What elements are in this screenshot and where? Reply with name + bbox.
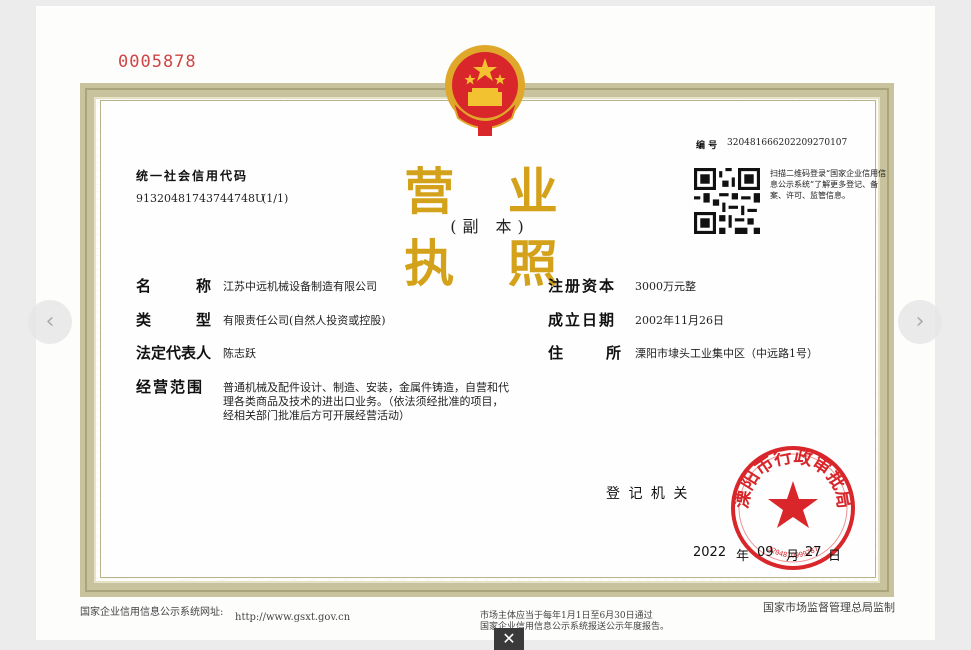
established-label: 成立日期 <box>548 311 617 329</box>
website-link[interactable]: http://www.gsxt.gov.cn <box>235 612 350 623</box>
national-emblem-icon <box>445 45 525 136</box>
address-value: 溧阳市埭头工业集中区（中远路1号） <box>635 347 818 360</box>
capital-value: 3000万元整 <box>635 280 696 293</box>
chevron-right-icon: › <box>915 309 925 334</box>
copy-index: (1/1) <box>262 192 289 205</box>
qr-code-icon[interactable] <box>694 168 760 234</box>
close-icon: ✕ <box>502 629 516 648</box>
chevron-left-icon: ‹ <box>45 309 55 334</box>
website-label: 国家企业信用信息公示系统网址: <box>80 607 224 618</box>
company-type: 有限责任公司(自然人投资或控股) <box>223 314 386 327</box>
capital-label: 注册资本 <box>548 277 617 295</box>
issue-year: 2022 <box>693 545 727 560</box>
credit-code-label: 统一社会信用代码 <box>136 169 249 183</box>
authority-label: 登 记 机 关 <box>606 486 690 502</box>
name-label-2: 称 <box>196 277 212 295</box>
serial-number: 0005878 <box>118 52 197 72</box>
name-label-1: 名 <box>136 277 152 295</box>
business-scope-label: 经营范围 <box>136 378 205 396</box>
issue-year-unit: 年 <box>736 549 750 564</box>
close-button[interactable]: ✕ <box>494 628 524 650</box>
address-label-2: 所 <box>606 344 622 362</box>
legal-rep-label: 法定代表人 <box>136 344 212 362</box>
issuer: 国家市场监督管理总局监制 <box>763 601 895 614</box>
type-label-2: 型 <box>196 311 212 329</box>
next-image-button[interactable]: › <box>898 300 942 344</box>
issue-day: 27 <box>805 545 822 560</box>
document-subtitle: (副 本) <box>450 217 530 236</box>
previous-image-button[interactable]: ‹ <box>28 300 72 344</box>
registration-number: 320481666202209270107 <box>727 138 848 148</box>
qr-note: 扫描二维码登录“国家企业信用信息公示系统”了解更多登记、备案、许可、监管信息。 <box>770 169 887 200</box>
address-label-1: 住 <box>548 344 564 362</box>
registration-number-label: 编 号 <box>696 141 718 151</box>
credit-code-value: 91320481743744748U <box>136 192 265 205</box>
legal-rep-value: 陈志跃 <box>223 347 256 360</box>
business-scope-line-3: 经相关部门批准后方可开展经营活动） <box>223 409 410 422</box>
established-value: 2002年11月26日 <box>635 314 724 327</box>
company-name: 江苏中远机械设备制造有限公司 <box>223 280 377 293</box>
issue-day-unit: 日 <box>828 549 842 564</box>
issue-month-unit: 月 <box>786 549 800 564</box>
type-label-1: 类 <box>136 311 152 329</box>
issue-month: 09 <box>757 545 774 560</box>
